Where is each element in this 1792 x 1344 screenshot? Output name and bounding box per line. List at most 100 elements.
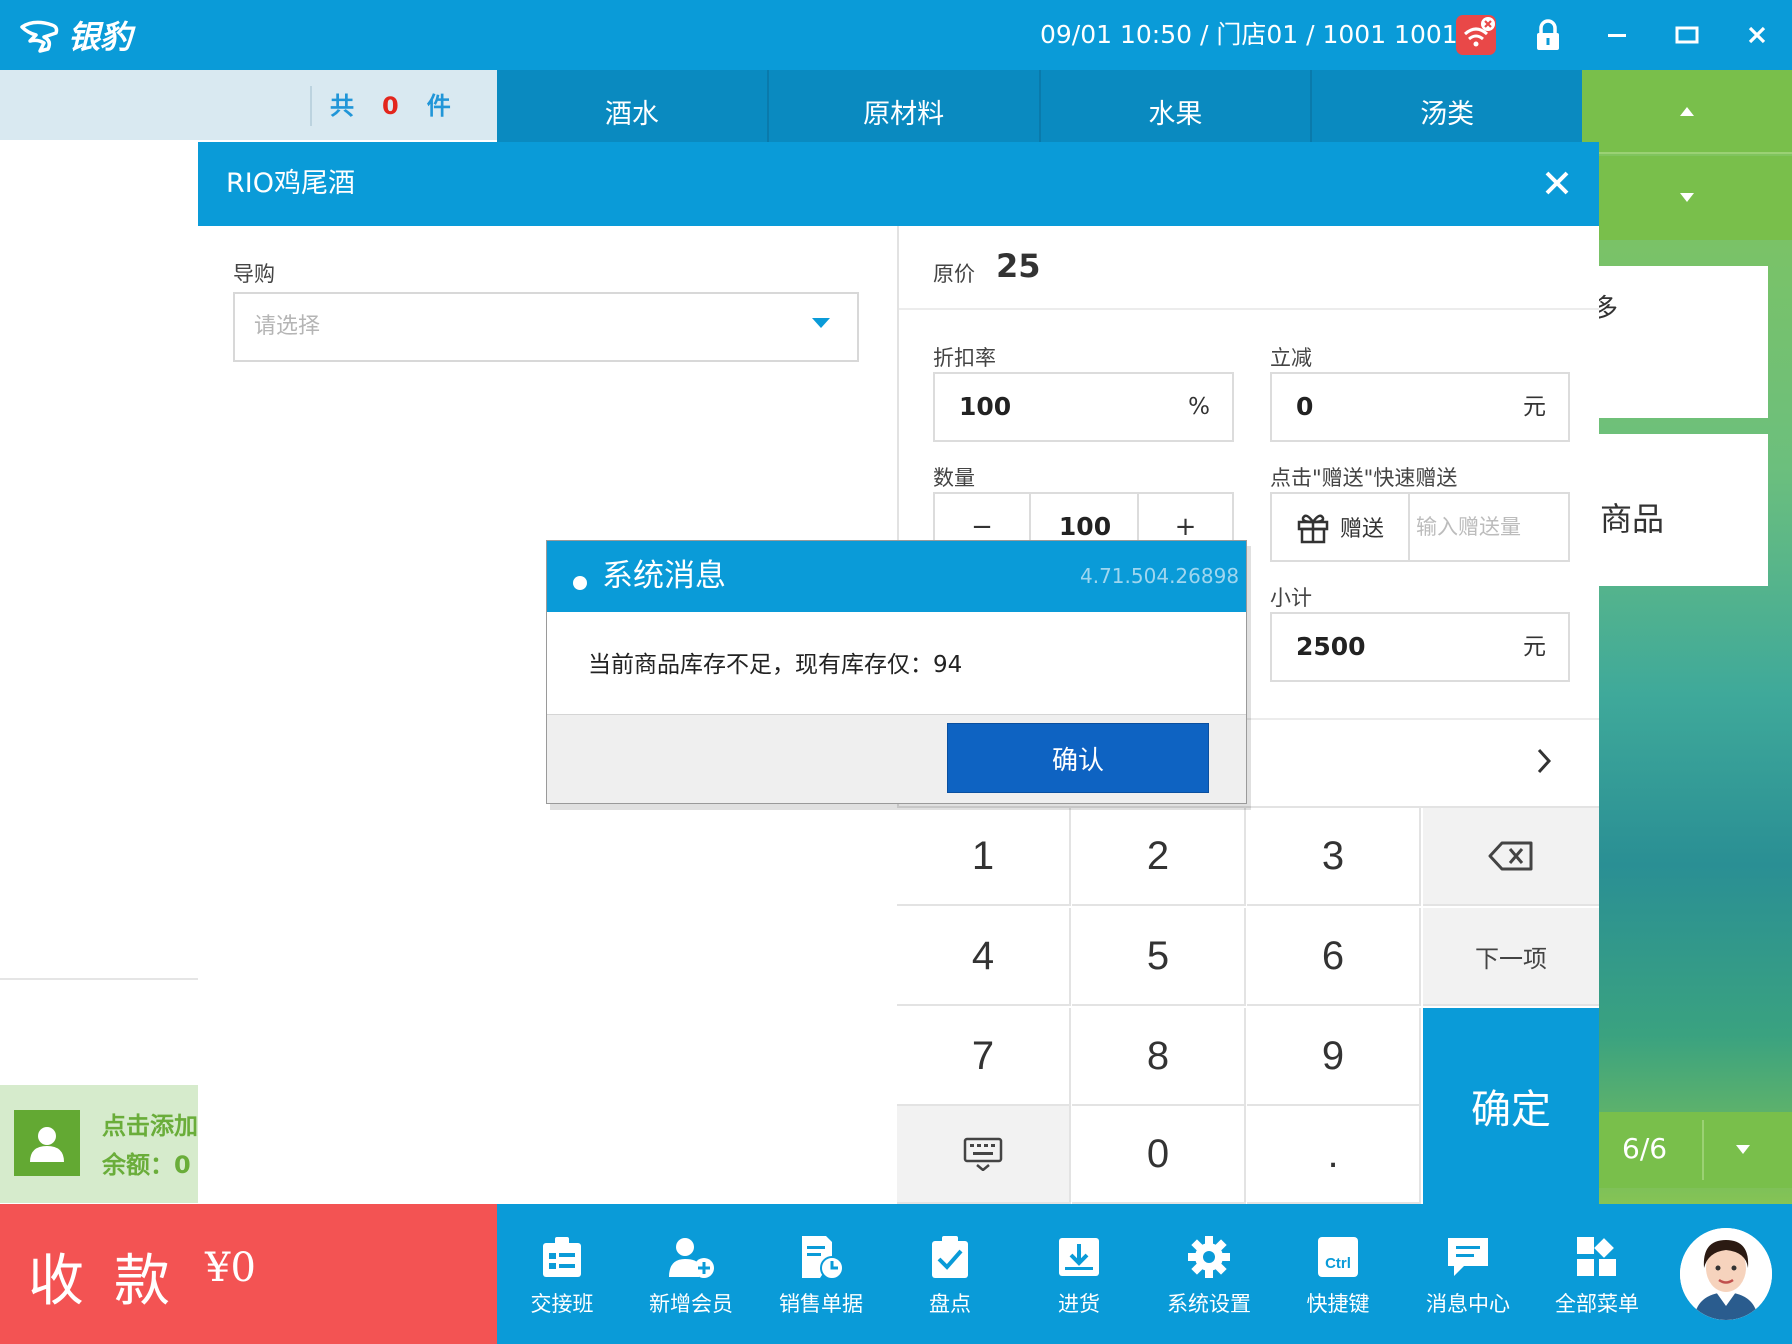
chevron-down-icon <box>1736 1145 1750 1154</box>
toolbar-sales-doc-button[interactable]: 销售单据 <box>761 1232 881 1332</box>
tab-category[interactable]: 汤类 <box>1312 70 1582 142</box>
scroll-down-button[interactable] <box>1582 156 1792 240</box>
key-decimal[interactable]: . <box>1247 1106 1421 1204</box>
backspace-key[interactable] <box>1423 808 1599 906</box>
gift-button[interactable]: 赠送 <box>1272 494 1410 560</box>
system-message-title: 系统消息 <box>602 558 726 594</box>
ctrl-key-icon: Ctrl <box>1318 1237 1358 1277</box>
scroll-up-button[interactable] <box>1582 70 1792 154</box>
cart-count-prefix: 共 <box>330 92 356 120</box>
guide-select[interactable] <box>233 292 859 362</box>
system-message-text: 当前商品库存不足，现有库存仅：94 <box>588 652 963 678</box>
member-avatar-icon[interactable] <box>14 1110 80 1176</box>
svg-text:Ctrl: Ctrl <box>1325 1255 1351 1272</box>
next-item-key[interactable]: 下一项 <box>1423 908 1599 1006</box>
cart-separator <box>310 86 312 126</box>
toolbar-all-menu-button[interactable]: 全部菜单 <box>1537 1232 1657 1332</box>
discount-value: 100 <box>959 392 1012 421</box>
key-3[interactable]: 3 <box>1247 808 1421 906</box>
key-4[interactable]: 4 <box>897 908 1071 1006</box>
close-icon[interactable] <box>1536 162 1578 204</box>
discount-unit: % <box>1188 394 1210 420</box>
lock-icon[interactable] <box>1526 14 1570 56</box>
discount-field[interactable]: 100 % <box>933 372 1234 442</box>
key-1[interactable]: 1 <box>897 808 1071 906</box>
discount-label: 折扣率 <box>933 346 996 370</box>
minimize-icon[interactable] <box>1595 14 1639 56</box>
toolbar-label: 新增会员 <box>649 1292 733 1316</box>
subtotal-value: 2500 <box>1296 632 1366 661</box>
logo-text: 银豹 <box>68 18 133 56</box>
toolbar-label: 盘点 <box>929 1292 971 1316</box>
sales-doc-icon <box>802 1236 844 1280</box>
key-9[interactable]: 9 <box>1247 1008 1421 1106</box>
gift-icon <box>1297 514 1329 544</box>
page-dropdown-button[interactable] <box>1702 1120 1782 1180</box>
dropdown-arrow-icon[interactable] <box>812 318 830 328</box>
toolbar-shortcut-button[interactable]: Ctrl 快捷键 <box>1278 1232 1398 1332</box>
key-7[interactable]: 7 <box>897 1008 1071 1106</box>
toolbar-label: 系统设置 <box>1167 1292 1251 1316</box>
toolbar-shift-button[interactable]: 交接班 <box>502 1232 622 1332</box>
shift-icon <box>543 1237 581 1277</box>
version-number: 4.71.504.26898 <box>1080 564 1240 588</box>
price-separator <box>899 308 1599 310</box>
cart-count-number: 0 <box>382 92 401 120</box>
right-product-panel <box>1582 70 1792 1205</box>
pager: 6/6 <box>1582 1112 1792 1188</box>
chevron-right-icon[interactable] <box>1528 744 1560 778</box>
message-icon <box>1448 1238 1488 1276</box>
reduce-field[interactable]: 0 元 <box>1270 372 1570 442</box>
confirm-key[interactable]: 确定 <box>1423 1008 1599 1204</box>
toolbar-label: 销售单据 <box>779 1292 863 1316</box>
tab-category[interactable]: 原材料 <box>769 70 1041 142</box>
product-card[interactable]: 商品 <box>1582 434 1768 586</box>
add-member-icon <box>669 1238 714 1278</box>
toolbar-message-button[interactable]: 消息中心 <box>1408 1232 1528 1332</box>
purchase-icon <box>1059 1238 1099 1276</box>
network-status-icon[interactable] <box>1454 14 1498 56</box>
checkout-label: 收款 <box>28 1249 200 1314</box>
cart-divider <box>0 978 198 980</box>
title-bar <box>0 0 1792 70</box>
toolbar-label: 消息中心 <box>1426 1292 1510 1316</box>
status-line: 09/01 10:50 / 门店01 / 1001 1001 <box>1040 20 1458 49</box>
gift-quantity-input[interactable]: 输入赠送量 <box>1416 494 1521 560</box>
gear-icon <box>1188 1236 1230 1278</box>
member-balance: 余额：0 <box>102 1151 191 1179</box>
maximize-icon[interactable] <box>1665 14 1709 56</box>
bullet-icon <box>573 576 587 590</box>
close-app-icon[interactable] <box>1735 14 1779 56</box>
confirm-button[interactable]: 确认 <box>947 723 1209 793</box>
key-0[interactable]: 0 <box>1072 1106 1246 1204</box>
chevron-up-icon <box>1680 107 1694 116</box>
key-8[interactable]: 8 <box>1072 1008 1246 1106</box>
all-menu-icon <box>1577 1237 1616 1276</box>
tab-category[interactable]: 酒水 <box>497 70 769 142</box>
member-add-text[interactable]: 点击添加会员 <box>102 1106 198 1141</box>
tab-category[interactable]: 水果 <box>1041 70 1313 142</box>
key-6[interactable]: 6 <box>1247 908 1421 1006</box>
cart-list-panel <box>0 140 198 1205</box>
reduce-unit: 元 <box>1523 394 1546 420</box>
toolbar-add-member-button[interactable]: 新增会员 <box>631 1232 751 1332</box>
support-agent-avatar[interactable] <box>1680 1228 1772 1320</box>
inventory-check-icon <box>932 1236 968 1278</box>
keyboard-toggle-key[interactable] <box>897 1106 1071 1204</box>
product-card-label: 商品 <box>1600 500 1665 538</box>
toolbar-settings-button[interactable]: 系统设置 <box>1149 1232 1269 1332</box>
gift-hint-label: 点击"赠送"快速赠送 <box>1270 466 1458 490</box>
product-card[interactable]: 多 <box>1582 266 1768 418</box>
gift-field: 赠送 输入赠送量 <box>1270 492 1570 562</box>
category-tabs: 酒水 原材料 水果 汤类 <box>497 70 1582 142</box>
subtotal-field[interactable]: 2500 元 <box>1270 612 1570 682</box>
gift-button-label: 赠送 <box>1339 517 1384 542</box>
product-dialog-title: RIO鸡尾酒 <box>226 168 355 199</box>
toolbar-purchase-button[interactable]: 进货 <box>1019 1232 1139 1332</box>
backspace-icon <box>1488 841 1533 871</box>
guide-placeholder: 请选择 <box>254 314 321 339</box>
key-2[interactable]: 2 <box>1072 808 1246 906</box>
toolbar-inventory-button[interactable]: 盘点 <box>890 1232 1010 1332</box>
key-5[interactable]: 5 <box>1072 908 1246 1006</box>
leopard-logo-icon <box>20 20 59 53</box>
